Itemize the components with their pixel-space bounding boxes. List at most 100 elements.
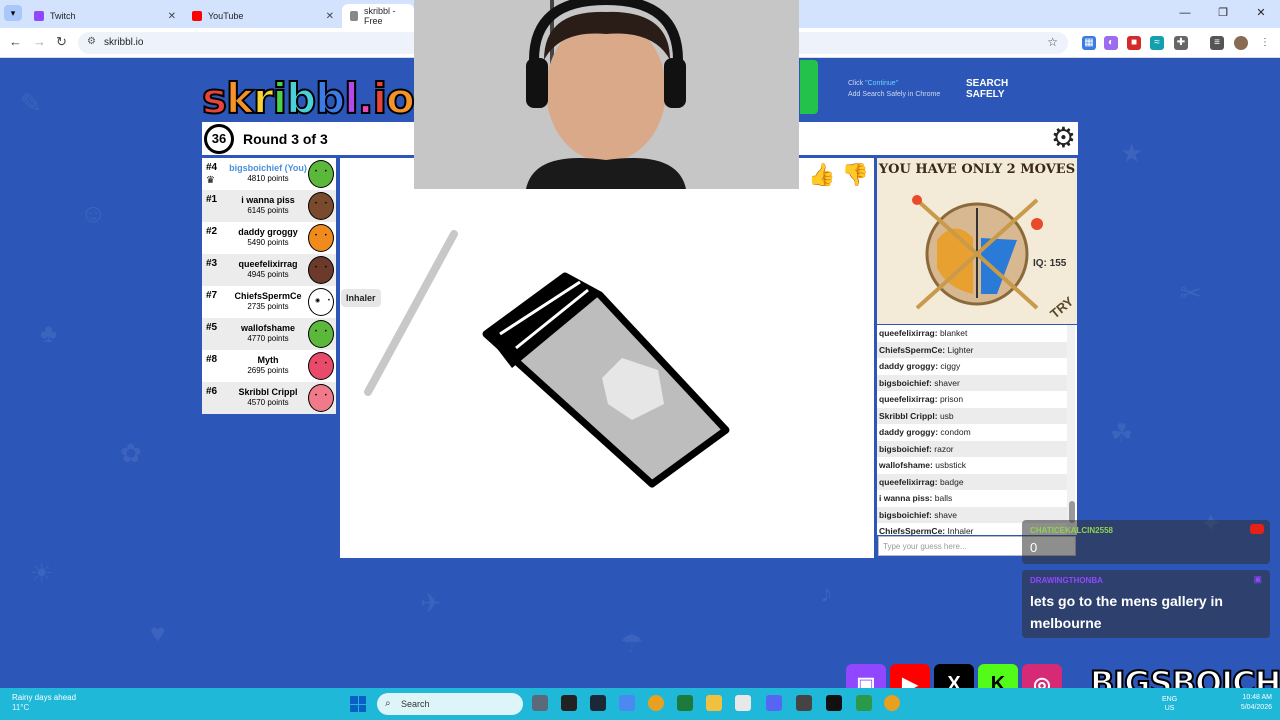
round-indicator: Round 3 of 3: [243, 131, 328, 147]
player-avatar: • •: [308, 384, 334, 412]
player-row[interactable]: #7 ChiefsSpermCe 2735 points ◉ •: [202, 286, 336, 318]
task-view-icon[interactable]: [532, 695, 548, 711]
player-rank: #4: [206, 162, 218, 173]
weather-widget[interactable]: Rainy days ahead 11°C: [12, 693, 76, 713]
chat-message: wallofshame: usbstick: [879, 460, 966, 470]
url-text: skribbl.io: [104, 37, 144, 48]
chrome-icon[interactable]: [884, 695, 900, 711]
app-icon[interactable]: [561, 695, 577, 711]
chat-username: DRAWINGTHONBA: [1030, 576, 1103, 585]
app-icon[interactable]: [619, 695, 635, 711]
restore-icon[interactable]: ❐: [1204, 0, 1242, 28]
profile-avatar[interactable]: [1234, 36, 1248, 50]
thumbs-down-icon[interactable]: 👎: [842, 162, 869, 187]
taskbar-search[interactable]: ⌕ Search: [377, 693, 523, 715]
streamer-webcam: [414, 0, 799, 189]
player-name: bigsboichief (You): [229, 163, 307, 173]
doodle-icon: ☺: [80, 198, 107, 228]
drawing-canvas[interactable]: [340, 158, 874, 558]
obs-icon[interactable]: [796, 695, 812, 711]
chat-message: queefelixirrag: blanket: [879, 328, 968, 338]
puzzle-icon[interactable]: ✚: [1174, 36, 1188, 50]
streamer-face: [414, 0, 799, 189]
player-rank: #1: [206, 194, 218, 205]
app-icon[interactable]: [826, 695, 842, 711]
player-name: queefelixirrag: [238, 259, 298, 269]
player-rank: #7: [206, 290, 218, 301]
app-icon[interactable]: [856, 695, 872, 711]
app-icon[interactable]: [677, 695, 693, 711]
player-points: 4570 points: [247, 398, 289, 407]
close-tab-icon[interactable]: ✕: [168, 11, 176, 22]
player-rank: #6: [206, 386, 218, 397]
tab-skribbl[interactable]: skribbl - Free: [342, 4, 414, 28]
player-points: 4810 points: [247, 174, 289, 183]
extension-icon[interactable]: ◐: [1104, 36, 1118, 50]
extension-icon[interactable]: ≈: [1150, 36, 1164, 50]
extension-icon[interactable]: ■: [1127, 36, 1141, 50]
player-row[interactable]: #4 ♛ bigsboichief (You) 4810 points • •: [202, 158, 336, 190]
language-indicator[interactable]: ENG US: [1162, 695, 1177, 713]
player-avatar: • •: [308, 224, 334, 252]
stream-chat-message: DRAWINGTHONBA ▣ lets go to the mens gall…: [1022, 570, 1270, 638]
player-row[interactable]: #6 Skribbl Crippl 4570 points • •: [202, 382, 336, 414]
chat-message: daddy groggy: ciggy: [879, 361, 961, 371]
media-icon[interactable]: ≡: [1210, 36, 1224, 50]
chat-message: daddy groggy: condom: [879, 427, 971, 437]
ad-green-button[interactable]: [800, 60, 818, 114]
doodle-icon: ♥: [150, 618, 166, 648]
player-avatar: • •: [308, 320, 334, 348]
tab-list-button[interactable]: ▾: [4, 5, 22, 21]
chat-text: lets go to the mens gallery in melbourne: [1030, 593, 1223, 631]
menu-kebab-icon[interactable]: ⋮: [1258, 36, 1272, 50]
player-row[interactable]: #1 i wanna piss 6145 points • •: [202, 190, 336, 222]
chat-message: i wanna piss: balls: [879, 493, 953, 503]
chat-message: ChiefsSpermCe: Lighter: [877, 341, 1067, 358]
player-avatar: • •: [308, 256, 334, 284]
search-safely-ad[interactable]: Click "Continue" Add Search Safely in Ch…: [800, 60, 1040, 118]
drawing-strokes: [364, 230, 730, 488]
system-clock[interactable]: 10:48 AM 5/04/2026: [1241, 693, 1272, 713]
ad-brand: SEARCH SAFELY: [966, 78, 1009, 100]
player-rank: #8: [206, 354, 218, 365]
thumbs-up-icon[interactable]: 👍: [808, 162, 835, 187]
player-row[interactable]: #8 Myth 2695 points • •: [202, 350, 336, 382]
back-arrow-icon[interactable]: ←: [9, 34, 22, 49]
close-tab-icon[interactable]: ✕: [326, 11, 334, 22]
steam-icon[interactable]: [590, 695, 606, 711]
close-window-icon[interactable]: ✕: [1242, 0, 1280, 28]
bookmark-star-icon[interactable]: ☆: [1047, 35, 1058, 49]
player-row[interactable]: #5 wallofshame 4770 points • •: [202, 318, 336, 350]
player-row[interactable]: #3 queefelixirrag 4945 points • •: [202, 254, 336, 286]
extension-icon[interactable]: ▦: [1082, 36, 1096, 50]
app-icon[interactable]: [735, 695, 751, 711]
doodle-icon: ✎: [20, 88, 42, 118]
discord-icon[interactable]: [766, 695, 782, 711]
minimize-icon[interactable]: —: [1166, 0, 1204, 28]
player-row[interactable]: #2 daddy groggy 5490 points • •: [202, 222, 336, 254]
tab-twitch[interactable]: Twitch ✕: [26, 4, 182, 28]
player-avatar: • •: [308, 160, 334, 188]
guess-chat: queefelixirrag: blanket ChiefsSpermCe: L…: [877, 325, 1077, 535]
forward-arrow-icon[interactable]: →: [33, 34, 46, 49]
player-avatar: ◉ •: [308, 288, 334, 316]
file-explorer-icon[interactable]: [706, 695, 722, 711]
windows-start-icon[interactable]: [350, 696, 366, 712]
skribbl-logo: skribbl.io✎: [201, 73, 450, 124]
player-name: Skribbl Crippl: [238, 387, 298, 397]
doodle-icon: ☂: [620, 628, 644, 658]
chat-message: bigsboichief: shaver: [877, 374, 1067, 391]
game-ad-banner[interactable]: YOU HAVE ONLY 2 MOVES IQ: 155 TRY: [877, 158, 1077, 324]
pencil-favicon-icon: [350, 11, 358, 21]
ad-iq-label: IQ: 155: [1033, 258, 1067, 269]
twitch-icon: ▣: [1253, 574, 1262, 584]
doodle-icon: ♪: [820, 578, 833, 608]
settings-gear-icon[interactable]: ⚙: [1051, 124, 1076, 152]
chrome-icon[interactable]: [648, 695, 664, 711]
round-timer: 36: [204, 124, 234, 154]
player-name: Myth: [257, 355, 279, 365]
youtube-icon: [1250, 524, 1264, 534]
tab-youtube[interactable]: YouTube ✕: [184, 4, 340, 28]
reload-icon[interactable]: ↻: [56, 34, 67, 50]
site-info-icon[interactable]: ⚙: [87, 36, 96, 47]
